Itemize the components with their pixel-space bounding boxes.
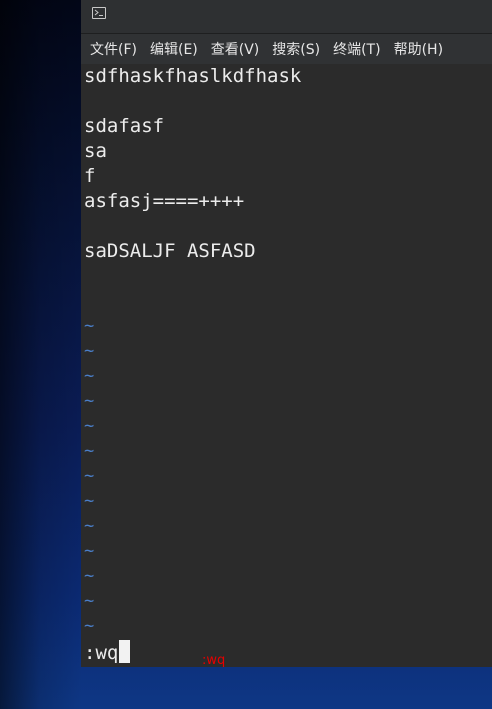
menu-edit[interactable]: 编辑(E) [150,39,198,59]
empty-line-marker: ~ [84,391,95,411]
menu-search[interactable]: 搜索(S) [272,39,320,59]
text-line: saDSALJF ASFASD [84,240,256,262]
empty-line-marker: ~ [84,341,95,361]
empty-line-marker: ~ [84,466,95,486]
text-line: sdafasf [84,115,165,137]
text-line: f [84,165,96,187]
terminal-icon [92,7,106,19]
menu-help[interactable]: 帮助(H) [394,39,443,59]
empty-line-marker: ~ [84,516,95,536]
command-text: :wq [84,642,119,664]
text-line: sdfhaskfhaslkdfhask [84,65,302,87]
menu-view[interactable]: 查看(V) [211,39,260,59]
empty-line-marker: ~ [84,591,95,611]
empty-line-marker: ~ [84,566,95,586]
empty-line-marker: ~ [84,541,95,561]
empty-line-marker: ~ [84,441,95,461]
empty-line-marker: ~ [84,316,95,336]
text-line: sa [84,140,107,162]
text-line: asfasj====++++ [84,190,245,212]
empty-line-marker: ~ [84,491,95,511]
menu-bar: 文件(F) 编辑(E) 查看(V) 搜索(S) 终端(T) 帮助(H) [81,34,492,64]
vim-command-line[interactable]: :wq [84,640,131,666]
menu-file[interactable]: 文件(F) [90,39,137,59]
terminal-window[interactable]: 文件(F) 编辑(E) 查看(V) 搜索(S) 终端(T) 帮助(H) sdfh… [81,0,492,667]
empty-line-marker: ~ [84,616,95,636]
title-bar[interactable] [81,0,492,34]
red-annotation-label: :wq [202,653,226,668]
menu-terminal[interactable]: 终端(T) [333,39,380,59]
empty-line-marker: ~ [84,416,95,436]
vim-editor[interactable]: sdfhaskfhaslkdfhask sdafasf sa f asfasj=… [81,64,492,667]
empty-line-marker: ~ [84,366,95,386]
text-cursor [119,640,131,663]
